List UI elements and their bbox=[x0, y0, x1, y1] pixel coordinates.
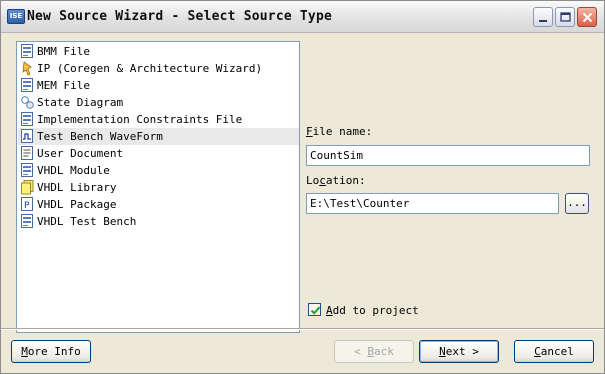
list-item-label: Test Bench WaveForm bbox=[37, 130, 163, 143]
vhdl-package-icon: P bbox=[21, 197, 34, 212]
list-item[interactable]: State Diagram bbox=[18, 94, 299, 111]
vhdl-library-icon bbox=[21, 180, 34, 195]
maximize-button[interactable] bbox=[555, 7, 575, 27]
list-item[interactable]: VHDL Library bbox=[18, 179, 299, 196]
bmm-file-icon bbox=[21, 44, 34, 59]
list-item[interactable]: MEM File bbox=[18, 77, 299, 94]
file-name-input[interactable] bbox=[306, 145, 590, 166]
add-to-project-checkbox[interactable] bbox=[308, 303, 321, 316]
state-diagram-icon bbox=[21, 95, 34, 110]
minimize-icon bbox=[539, 20, 547, 22]
list-item[interactable]: Test Bench WaveForm bbox=[18, 128, 299, 145]
mem-file-icon bbox=[21, 78, 34, 93]
source-type-list[interactable]: BMM File IP (Coregen & Architecture Wizar… bbox=[16, 41, 300, 333]
list-item-label: BMM File bbox=[37, 45, 90, 58]
list-item[interactable]: Implementation Constraints File bbox=[18, 111, 299, 128]
checkmark-icon bbox=[310, 306, 321, 315]
ise-app-icon: ISE bbox=[7, 9, 25, 24]
list-item[interactable]: BMM File bbox=[18, 43, 299, 60]
list-item-label: Implementation Constraints File bbox=[37, 113, 243, 126]
svg-text:P: P bbox=[24, 201, 30, 211]
ip-wizard-icon bbox=[21, 61, 34, 76]
more-info-button[interactable]: More Info bbox=[11, 340, 91, 363]
close-icon bbox=[582, 12, 593, 23]
list-item-label: VHDL Module bbox=[37, 164, 110, 177]
list-item[interactable]: VHDL Module bbox=[18, 162, 299, 179]
add-to-project-label[interactable]: Add to project bbox=[326, 304, 419, 317]
constraints-file-icon bbox=[21, 112, 34, 127]
button-bar-separator bbox=[1, 328, 604, 330]
close-button[interactable] bbox=[577, 7, 597, 27]
back-button[interactable]: < Back bbox=[334, 340, 414, 363]
list-item-label: IP (Coregen & Architecture Wizard) bbox=[37, 62, 263, 75]
list-item-label: State Diagram bbox=[37, 96, 124, 109]
list-item-label: VHDL Package bbox=[37, 198, 117, 211]
maximize-icon bbox=[560, 12, 571, 22]
browse-button[interactable]: ... bbox=[565, 193, 589, 214]
list-item-label: MEM File bbox=[37, 79, 90, 92]
list-item-label: VHDL Library bbox=[37, 181, 117, 194]
new-source-wizard-window: ISE New Source Wizard - Select Source Ty… bbox=[0, 0, 605, 374]
list-item[interactable]: User Document bbox=[18, 145, 299, 162]
document-icon bbox=[21, 146, 34, 161]
location-input[interactable] bbox=[306, 193, 559, 214]
window-title: New Source Wizard - Select Source Type bbox=[27, 9, 333, 24]
vhdl-module-icon bbox=[21, 163, 34, 178]
minimize-button[interactable] bbox=[533, 7, 553, 27]
cancel-button[interactable]: Cancel bbox=[514, 340, 594, 363]
list-item-label: User Document bbox=[37, 147, 124, 160]
list-item[interactable]: VHDL Test Bench bbox=[18, 213, 299, 230]
file-name-label: File name: bbox=[306, 125, 373, 138]
waveform-icon bbox=[21, 129, 34, 144]
list-item[interactable]: P VHDL Package bbox=[18, 196, 299, 213]
vhdl-testbench-icon bbox=[21, 214, 34, 229]
location-label: Location: bbox=[306, 174, 366, 187]
list-item-label: VHDL Test Bench bbox=[37, 215, 137, 228]
next-button[interactable]: Next > bbox=[419, 340, 499, 363]
title-bar[interactable]: ISE New Source Wizard - Select Source Ty… bbox=[1, 1, 604, 33]
list-item[interactable]: IP (Coregen & Architecture Wizard) bbox=[18, 60, 299, 77]
